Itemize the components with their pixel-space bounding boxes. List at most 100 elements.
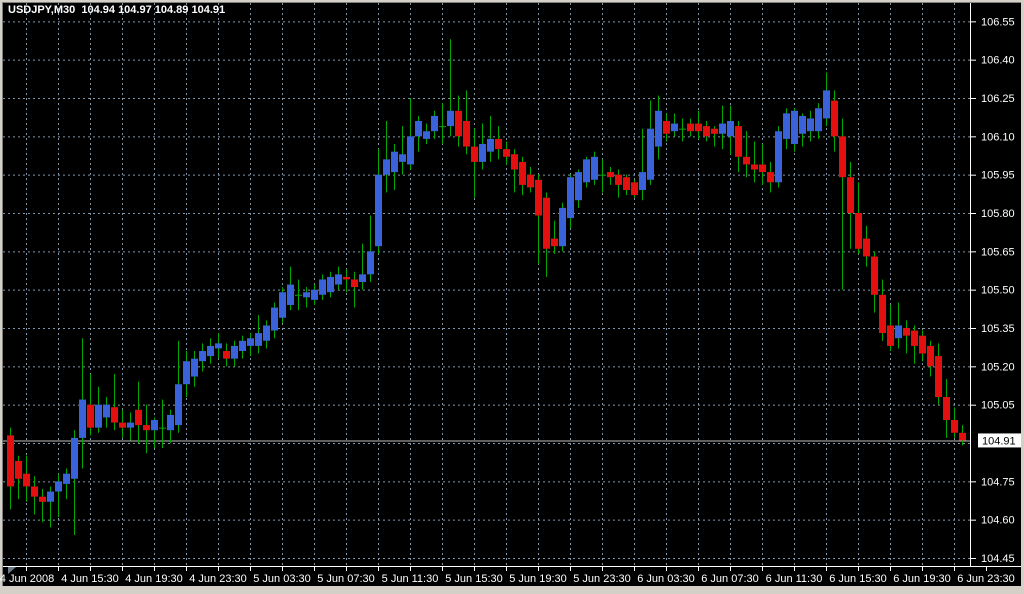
bull-candle-body bbox=[423, 131, 430, 139]
price-label: 106.40 bbox=[981, 55, 1015, 67]
bull-candle-body bbox=[183, 361, 190, 385]
bear-candle-body bbox=[887, 325, 894, 346]
bear-candle-body bbox=[767, 172, 774, 183]
time-label: 5 Jun 19:30 bbox=[509, 573, 567, 585]
candle bbox=[559, 202, 566, 252]
bear-candle-body bbox=[15, 460, 22, 479]
bull-candle-body bbox=[807, 118, 814, 132]
bull-candle-body bbox=[287, 284, 294, 306]
price-label: 105.80 bbox=[981, 208, 1015, 220]
bear-candle-body bbox=[463, 121, 470, 147]
bull-candle-body bbox=[207, 345, 214, 357]
bull-candle-body bbox=[407, 136, 414, 165]
bear-candle-body bbox=[839, 136, 846, 178]
bear-candle-body bbox=[455, 110, 462, 137]
bull-candle-body bbox=[199, 351, 206, 362]
bull-candle-body bbox=[671, 123, 678, 132]
bear-candle-body bbox=[135, 409, 142, 426]
bull-candle-body bbox=[335, 274, 342, 285]
bull-candle-body bbox=[247, 338, 254, 346]
bear-candle-body bbox=[551, 238, 558, 247]
bull-candle-body bbox=[431, 115, 438, 132]
price-label: 105.20 bbox=[981, 361, 1015, 373]
bear-candle-body bbox=[935, 356, 942, 398]
bull-candle-body bbox=[487, 138, 494, 152]
chart-background bbox=[3, 3, 1021, 586]
bull-candle-body bbox=[559, 207, 566, 247]
bull-candle-body bbox=[647, 128, 654, 180]
bull-candle-body bbox=[775, 131, 782, 183]
price-label: 105.65 bbox=[981, 246, 1015, 258]
bull-candle-body bbox=[415, 121, 422, 137]
time-label: 4 Jun 23:30 bbox=[189, 573, 247, 585]
bear-candle-body bbox=[343, 276, 350, 280]
candle bbox=[775, 126, 782, 188]
bear-candle-body bbox=[759, 164, 766, 173]
bear-candle-body bbox=[503, 149, 510, 157]
bull-candle-body bbox=[95, 404, 102, 428]
bear-candle-body bbox=[543, 197, 550, 249]
bull-candle-body bbox=[263, 325, 270, 341]
bear-candle-body bbox=[535, 179, 542, 216]
bear-candle-body bbox=[623, 177, 630, 191]
bull-candle-body bbox=[591, 156, 598, 180]
price-label: 105.50 bbox=[981, 285, 1015, 297]
bull-candle-body bbox=[279, 292, 286, 318]
bear-candle-body bbox=[143, 425, 150, 431]
bull-candle-body bbox=[127, 422, 134, 428]
price-label: 104.45 bbox=[981, 553, 1015, 565]
time-label: 4 Jun 15:30 bbox=[61, 573, 119, 585]
price-label: 106.55 bbox=[981, 16, 1015, 28]
bull-candle-body bbox=[815, 108, 822, 132]
bull-candle-body bbox=[375, 174, 382, 247]
bear-candle-body bbox=[903, 328, 910, 336]
bull-candle-body bbox=[799, 115, 806, 134]
bull-candle-body bbox=[167, 414, 174, 431]
bear-candle-body bbox=[735, 126, 742, 157]
bull-candle-body bbox=[103, 404, 110, 418]
bull-candle-body bbox=[55, 481, 62, 492]
price-label: 105.95 bbox=[981, 170, 1015, 182]
bear-candle-body bbox=[879, 294, 886, 334]
bull-candle-body bbox=[447, 110, 454, 127]
bull-candle-body bbox=[79, 399, 86, 438]
price-label: 106.10 bbox=[981, 131, 1015, 143]
bull-candle-body bbox=[367, 251, 374, 275]
bear-candle-body bbox=[527, 174, 534, 188]
bear-candle-body bbox=[751, 164, 758, 170]
bear-candle-body bbox=[223, 351, 230, 359]
bear-candle-body bbox=[39, 496, 46, 502]
bear-candle-body bbox=[743, 156, 750, 165]
time-label: 5 Jun 15:30 bbox=[445, 573, 503, 585]
time-label: 5 Jun 23:30 bbox=[573, 573, 631, 585]
time-label: 5 Jun 03:30 bbox=[253, 573, 311, 585]
bear-candle-body bbox=[695, 123, 702, 132]
bull-candle-body bbox=[359, 274, 366, 283]
bear-candle-body bbox=[511, 154, 518, 170]
price-label: 104.75 bbox=[981, 476, 1015, 488]
time-label: 6 Jun 07:30 bbox=[701, 573, 759, 585]
bull-candle-body bbox=[239, 340, 246, 352]
bull-candle-body bbox=[271, 307, 278, 331]
bull-candle-body bbox=[71, 437, 78, 479]
bear-candle-body bbox=[607, 172, 614, 178]
bull-candle-body bbox=[175, 384, 182, 426]
bull-candle-body bbox=[567, 177, 574, 219]
bull-candle-body bbox=[151, 420, 158, 431]
bull-candle-body bbox=[319, 279, 326, 295]
bear-candle-body bbox=[703, 126, 710, 137]
bear-candle-body bbox=[951, 420, 958, 433]
candlestick-chart[interactable]: 106.55 106.40 106.25 106.10 105.95 105.80 105.… bbox=[0, 0, 1024, 594]
candle bbox=[279, 287, 286, 323]
bull-candle-body bbox=[399, 154, 406, 162]
bear-candle-body bbox=[631, 182, 638, 196]
bear-candle-body bbox=[943, 397, 950, 421]
bear-candle-body bbox=[111, 407, 118, 423]
bull-candle-body bbox=[719, 123, 726, 134]
bear-candle-body bbox=[351, 279, 358, 288]
price-label: 104.60 bbox=[981, 515, 1015, 527]
bull-candle-body bbox=[311, 289, 318, 300]
bull-candle-body bbox=[255, 333, 262, 346]
bear-candle-body bbox=[23, 473, 30, 487]
bull-candle-body bbox=[191, 358, 198, 377]
